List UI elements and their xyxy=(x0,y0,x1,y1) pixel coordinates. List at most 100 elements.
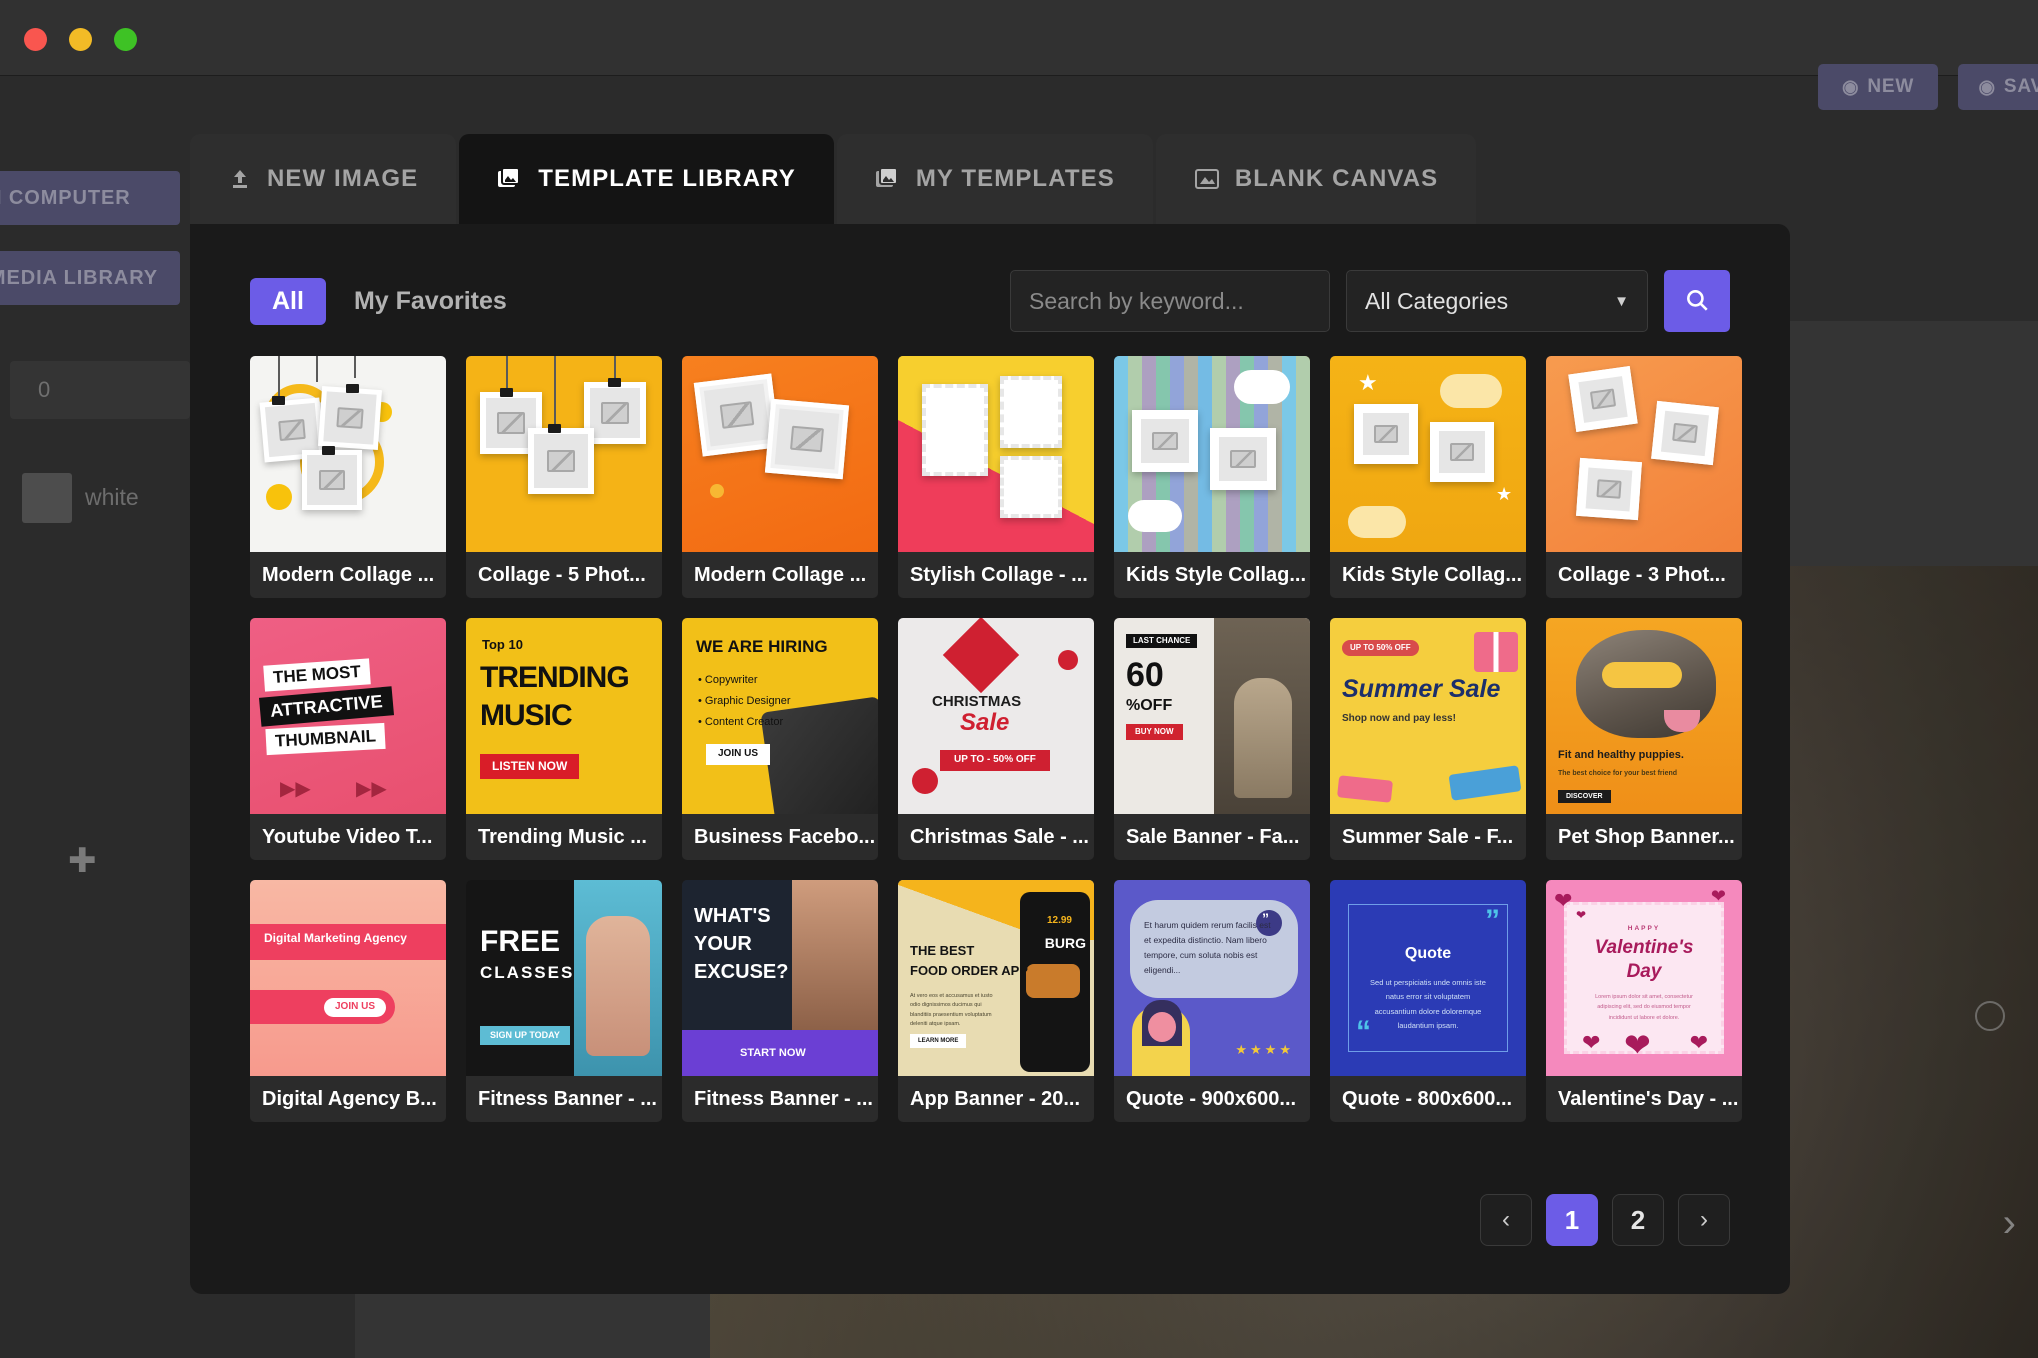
chevron-down-icon: ▼ xyxy=(1614,292,1629,310)
template-card[interactable]: ❤ ❤ ❤ HAPPY Valentine's Day Lorem ipsum … xyxy=(1546,880,1742,1122)
template-label: Quote - 800x600... xyxy=(1342,1087,1513,1110)
new-button-label: NEW xyxy=(1867,76,1915,97)
template-card[interactable]: WHAT'S YOUR EXCUSE? START NOW Fitness Ba… xyxy=(682,880,878,1122)
add-icon[interactable]: ✚ xyxy=(68,841,97,881)
tab-new-image[interactable]: NEW IMAGE xyxy=(190,134,457,224)
template-card[interactable]: FREE CLASSES SIGN UP TODAY Fitness Banne… xyxy=(466,880,662,1122)
thumb-cta: JOIN US xyxy=(706,744,771,765)
template-label: App Banner - 20... xyxy=(910,1087,1081,1110)
from-computer-button[interactable]: FROM COMPUTER xyxy=(0,171,180,225)
thumb-title: Quote xyxy=(1404,945,1452,962)
thumb-body: At vero eos et accusamus et iusto odio d… xyxy=(910,993,993,1028)
thumb-cta: LEARN MORE xyxy=(910,1034,967,1049)
thumb-title: Digital Marketing Agency xyxy=(264,931,407,945)
images-icon xyxy=(875,167,901,191)
template-card[interactable]: WE ARE HIRING • Copywriter • Graphic Des… xyxy=(682,618,878,860)
template-label: Pet Shop Banner... xyxy=(1558,825,1735,848)
template-card[interactable]: Digital Marketing Agency JOIN US Digital… xyxy=(250,880,446,1122)
color-swatch[interactable] xyxy=(22,473,72,523)
from-media-library-button[interactable]: FROM MEDIA LIBRARY xyxy=(0,251,180,305)
template-card[interactable]: Modern Collage ... xyxy=(250,356,446,598)
template-card[interactable]: ★ ★ Kids Style Collag... xyxy=(1330,356,1526,598)
template-thumbnail: Top 10 TRENDING MUSIC LISTEN NOW xyxy=(466,618,662,814)
pagination-prev[interactable]: ‹ xyxy=(1480,1194,1532,1246)
template-card[interactable]: ” Et harum quidem rerum facilis est et e… xyxy=(1114,880,1310,1122)
template-card[interactable]: LAST CHANCE 60 %OFF BUY NOW Sale Banner … xyxy=(1114,618,1310,860)
template-card[interactable]: Stylish Collage - ... xyxy=(898,356,1094,598)
template-label: Modern Collage ... xyxy=(694,563,867,586)
new-button[interactable]: ◉ NEW xyxy=(1818,64,1938,110)
thumb-line-1: Summer Sale xyxy=(1342,675,1501,703)
template-thumbnail: ❤ ❤ ❤ HAPPY Valentine's Day Lorem ipsum … xyxy=(1546,880,1742,1076)
pagination-page-1[interactable]: 1 xyxy=(1546,1194,1598,1246)
template-card[interactable]: Fit and healthy puppies. The best choice… xyxy=(1546,618,1742,860)
thumb-kicker: HAPPY xyxy=(1627,925,1661,932)
template-label: Christmas Sale - ... xyxy=(910,825,1089,848)
template-label: Quote - 900x600... xyxy=(1126,1087,1297,1110)
pagination: ‹ 1 2 › xyxy=(1480,1194,1730,1246)
thumb-kicker: LAST CHANCE xyxy=(1126,634,1198,649)
pagination-next[interactable]: › xyxy=(1678,1194,1730,1246)
thumb-kicker: Top 10 xyxy=(482,637,523,652)
filter-favorites-button[interactable]: My Favorites xyxy=(354,287,507,316)
template-card[interactable]: Kids Style Collag... xyxy=(1114,356,1310,598)
minimize-icon[interactable] xyxy=(69,28,92,51)
template-card[interactable]: UP TO 50% OFF Summer Sale Shop now and p… xyxy=(1330,618,1526,860)
thumb-line-1: THE MOST xyxy=(263,658,371,692)
color-name-label: white xyxy=(85,484,139,510)
template-card[interactable]: CHRISTMAS Sale UP TO - 50% OFF Christmas… xyxy=(898,618,1094,860)
modal-tabs: NEW IMAGE TEMPLATE LIBRARY MY TEMPLATES … xyxy=(190,134,1790,224)
template-card[interactable]: Top 10 TRENDING MUSIC LISTEN NOW Trendin… xyxy=(466,618,662,860)
window-controls xyxy=(24,28,137,51)
search-button[interactable] xyxy=(1664,270,1730,332)
tab-my-templates[interactable]: MY TEMPLATES xyxy=(836,134,1153,224)
thumb-sub: The best choice for your best friend xyxy=(1558,770,1678,777)
template-card[interactable]: THE MOST ATTRACTIVE THUMBNAIL ▶▶ ▶▶ Yout… xyxy=(250,618,446,860)
pagination-page-2[interactable]: 2 xyxy=(1612,1194,1664,1246)
filter-all-button[interactable]: All xyxy=(250,277,326,325)
save-button[interactable]: ◉ SAVE xyxy=(1958,64,2038,110)
template-card[interactable]: Collage - 5 Phot... xyxy=(466,356,662,598)
template-card[interactable]: Collage - 3 Phot... xyxy=(1546,356,1742,598)
template-grid: Modern Collage ... Collage - 5 Phot... M… xyxy=(250,356,1742,1122)
template-label: Valentine's Day - ... xyxy=(1558,1087,1739,1110)
thumb-line-1: TRENDING xyxy=(480,661,630,694)
template-thumbnail: 12.99 BURG THE BEST FOOD ORDER APP At ve… xyxy=(898,880,1094,1076)
template-thumbnail xyxy=(1546,356,1742,552)
tab-template-library[interactable]: TEMPLATE LIBRARY xyxy=(459,134,834,224)
template-thumbnail: WHAT'S YOUR EXCUSE? START NOW xyxy=(682,880,878,1076)
close-icon[interactable] xyxy=(24,28,47,51)
template-thumbnail: THE MOST ATTRACTIVE THUMBNAIL ▶▶ ▶▶ xyxy=(250,618,446,814)
template-thumbnail: ” Quote Sed ut perspiciatis unde omnis i… xyxy=(1330,880,1526,1076)
template-thumbnail xyxy=(682,356,878,552)
thumb-price: 12.99 xyxy=(1046,915,1072,926)
category-select[interactable]: All Categories ▼ xyxy=(1346,270,1648,332)
template-thumbnail: ” Et harum quidem rerum facilis est et e… xyxy=(1114,880,1310,1076)
thumb-sub: Shop now and pay less! xyxy=(1342,713,1456,724)
template-label: Fitness Banner - ... xyxy=(694,1087,873,1110)
tab-blank-canvas[interactable]: BLANK CANVAS xyxy=(1155,134,1477,224)
template-label: Fitness Banner - ... xyxy=(478,1087,657,1110)
template-card[interactable]: Modern Collage ... xyxy=(682,356,878,598)
thumb-line-2: MUSIC xyxy=(480,699,573,732)
window-titlebar xyxy=(0,0,2038,76)
template-label: Digital Agency B... xyxy=(262,1087,437,1110)
canvas-handle[interactable] xyxy=(1975,1001,2005,1031)
opacity-field[interactable]: 0 xyxy=(10,361,190,419)
thumb-cta: SIGN UP TODAY xyxy=(480,1026,570,1046)
template-thumbnail xyxy=(466,356,662,552)
template-thumbnail: Fit and healthy puppies. The best choice… xyxy=(1546,618,1742,814)
search-input[interactable] xyxy=(1010,270,1330,332)
thumb-line-2: Day xyxy=(1626,961,1662,982)
template-label: Trending Music ... xyxy=(478,825,647,848)
images-icon xyxy=(497,167,523,191)
tab-new-image-label: NEW IMAGE xyxy=(267,165,419,192)
template-card[interactable]: ” Quote Sed ut perspiciatis unde omnis i… xyxy=(1330,880,1526,1122)
plus-circle-icon: ◉ xyxy=(1841,76,1860,98)
chevron-right-icon[interactable]: › xyxy=(2003,1201,2016,1246)
template-card[interactable]: 12.99 BURG THE BEST FOOD ORDER APP At ve… xyxy=(898,880,1094,1122)
zoom-icon[interactable] xyxy=(114,28,137,51)
template-library-panel: All My Favorites All Categories ▼ xyxy=(190,224,1790,1294)
thumb-title: WE ARE HIRING xyxy=(696,637,828,656)
thumb-line-2: YOUR xyxy=(694,933,752,955)
